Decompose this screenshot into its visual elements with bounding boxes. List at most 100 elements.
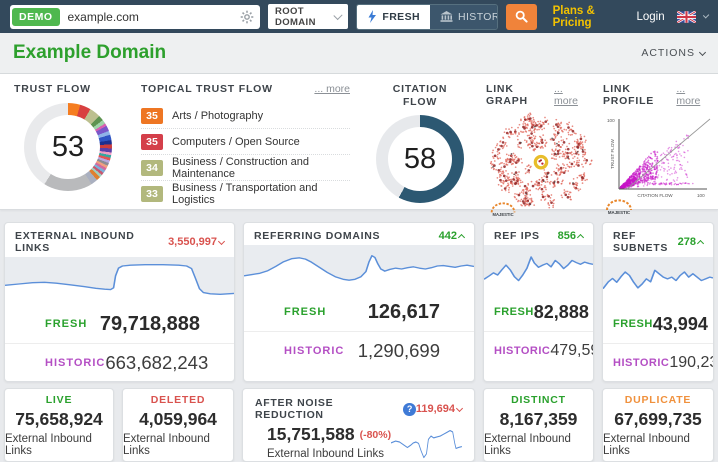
live-links-card: LIVE 75,658,924 External Inbound Links xyxy=(4,388,114,462)
summary-value: 4,059,964 xyxy=(139,409,217,430)
card-title: REF SUBNETS xyxy=(613,230,678,254)
delta-badge: 278 xyxy=(678,236,703,248)
ref-ips-card: REF IPS 856 FRESH 82,888 HISTORIC 479,59… xyxy=(483,222,594,382)
bank-icon xyxy=(440,11,453,22)
language-chevron-icon[interactable] xyxy=(702,12,709,19)
majestic-logo: MAJESTIC xyxy=(607,200,631,215)
topic-label[interactable]: Computers / Open Source xyxy=(172,136,300,148)
page-header: Example Domain ACTIONS xyxy=(0,33,718,74)
delta-badge: 856 xyxy=(558,230,583,242)
topical-row[interactable]: 35 Computers / Open Source xyxy=(141,129,350,155)
sparkline-chart xyxy=(391,421,462,462)
gear-icon[interactable] xyxy=(240,10,254,24)
link-graph-title: LINK GRAPH xyxy=(486,83,554,107)
topical-row[interactable]: 35 Arts / Photography xyxy=(141,103,350,129)
citation-flow-donut: 58 xyxy=(376,115,464,203)
summary-value: 75,658,924 xyxy=(15,409,103,430)
topic-label[interactable]: Business / Transportation and Logistics xyxy=(172,182,350,206)
page-title: Example Domain xyxy=(13,42,166,64)
help-icon[interactable]: ? xyxy=(403,403,415,416)
topic-label[interactable]: Arts / Photography xyxy=(172,110,263,122)
historic-value: 190,234 xyxy=(669,354,714,372)
sparkline-chart xyxy=(5,257,234,305)
fresh-value: 126,617 xyxy=(368,301,440,324)
topic-score-badge: 34 xyxy=(141,160,163,176)
summary-value: 15,751,588 xyxy=(267,424,355,445)
index-toggle: FRESH HISTORIC xyxy=(356,4,498,30)
delta-badge: 3,550,997 xyxy=(168,236,224,248)
historic-label: HISTORIC xyxy=(45,357,105,369)
sparkline-chart xyxy=(603,257,713,305)
trust-flow-title: TRUST FLOW xyxy=(14,83,117,95)
stats-row: EXTERNAL INBOUND LINKS 3,550,997 FRESH 7… xyxy=(4,222,714,382)
card-title: REFERRING DOMAINS xyxy=(254,230,380,242)
summary-row: LIVE 75,658,924 External Inbound Links D… xyxy=(4,388,714,462)
fresh-label: FRESH xyxy=(284,306,326,318)
fresh-value: 43,994 xyxy=(653,314,708,335)
citation-flow-section: CITATION FLOW 58 xyxy=(360,74,480,209)
chevron-down-icon xyxy=(699,48,706,55)
historic-value: 479,594 xyxy=(550,342,594,360)
card-title: REF IPS xyxy=(494,230,540,242)
trust-flow-donut: 53 xyxy=(24,103,112,191)
fresh-label: FRESH xyxy=(45,318,87,330)
summary-value: 67,699,735 xyxy=(614,409,702,430)
summary-label: DELETED xyxy=(151,394,206,406)
historic-label: HISTORIC xyxy=(613,357,669,369)
x-axis-max: 100 xyxy=(697,193,705,198)
summary-value: 8,167,359 xyxy=(500,409,578,430)
topical-row[interactable]: 34 Business / Construction and Maintenan… xyxy=(141,155,350,181)
link-graph-section: LINK GRAPH ... more MAJESTIC xyxy=(480,74,597,209)
topic-label[interactable]: Business / Construction and Maintenance xyxy=(172,156,350,180)
delta-badge: 119,694 xyxy=(416,403,462,415)
after-noise-reduction-card: AFTER NOISE REDUCTION ? 119,694 15,751,5… xyxy=(242,388,475,462)
sparkline-chart xyxy=(484,245,593,293)
link-profile-more-link[interactable]: ... more xyxy=(676,83,708,107)
duplicate-links-card: DUPLICATE 67,699,735 External Inbound Li… xyxy=(602,388,714,462)
link-graph-more-link[interactable]: ... more xyxy=(554,83,587,107)
summary-label: LIVE xyxy=(46,394,73,406)
login-link[interactable]: Login xyxy=(636,11,664,23)
magnifier-icon xyxy=(515,10,528,23)
language-flag-icon[interactable] xyxy=(677,11,696,23)
search-input[interactable] xyxy=(68,10,232,24)
x-axis-label: CITATION FLOW xyxy=(637,193,673,198)
fresh-toggle-button[interactable]: FRESH xyxy=(357,5,430,29)
external-inbound-links-card: EXTERNAL INBOUND LINKS 3,550,997 FRESH 7… xyxy=(4,222,235,382)
topical-trust-flow-title: TOPICAL TRUST FLOW xyxy=(141,83,273,95)
root-domain-value: ROOT DOMAIN xyxy=(275,6,335,28)
referring-domains-card: REFERRING DOMAINS 442 FRESH 126,617 HIST… xyxy=(243,222,475,382)
summary-label: DUPLICATE xyxy=(625,394,692,406)
root-domain-select[interactable]: ROOT DOMAIN xyxy=(268,4,348,29)
ref-subnets-card: REF SUBNETS 278 FRESH 43,994 HISTORIC 19… xyxy=(602,222,714,382)
sparkline-chart xyxy=(244,245,474,293)
topical-more-link[interactable]: ... more xyxy=(314,83,350,95)
caret-up-icon xyxy=(577,234,584,241)
summary-label: AFTER NOISE REDUCTION xyxy=(255,397,398,421)
demo-badge: DEMO xyxy=(12,8,60,26)
historic-value: 663,682,243 xyxy=(105,352,208,374)
svg-text:MAJESTIC: MAJESTIC xyxy=(493,212,514,217)
topic-score-badge: 33 xyxy=(141,186,163,202)
trust-flow-section: TRUST FLOW 53 xyxy=(0,74,127,209)
fresh-label: FRESH xyxy=(613,318,653,330)
plans-pricing-link[interactable]: Plans & Pricing xyxy=(553,5,625,29)
delta-badge: 442 xyxy=(439,230,464,242)
lightning-icon xyxy=(367,10,377,23)
summary-sublabel: External Inbound Links xyxy=(267,448,391,460)
historic-toggle-button[interactable]: HISTORIC xyxy=(430,5,498,29)
topical-row[interactable]: 33 Business / Transportation and Logisti… xyxy=(141,181,350,207)
actions-dropdown[interactable]: ACTIONS xyxy=(641,47,705,59)
card-title: EXTERNAL INBOUND LINKS xyxy=(15,230,168,254)
link-profile-canvas: 100 TRUST FLOW CITATION FLOW 100 MAJESTI… xyxy=(603,109,715,219)
overview-panel: TRUST FLOW 53 TOPICAL TRUST FLOW ... mor… xyxy=(0,74,718,210)
topic-score-badge: 35 xyxy=(141,134,163,150)
historic-label: HISTORIC xyxy=(284,345,344,357)
historic-label: HISTORIC xyxy=(494,345,550,357)
topbar: DEMO ROOT DOMAIN FRESH xyxy=(0,0,718,33)
search-box[interactable]: DEMO xyxy=(10,5,260,29)
y-axis-max: 100 xyxy=(607,118,615,123)
topical-trust-flow-section: TOPICAL TRUST FLOW ... more 35 Arts / Ph… xyxy=(127,74,360,209)
fresh-value: 79,718,888 xyxy=(100,313,200,336)
search-button[interactable] xyxy=(506,4,537,30)
